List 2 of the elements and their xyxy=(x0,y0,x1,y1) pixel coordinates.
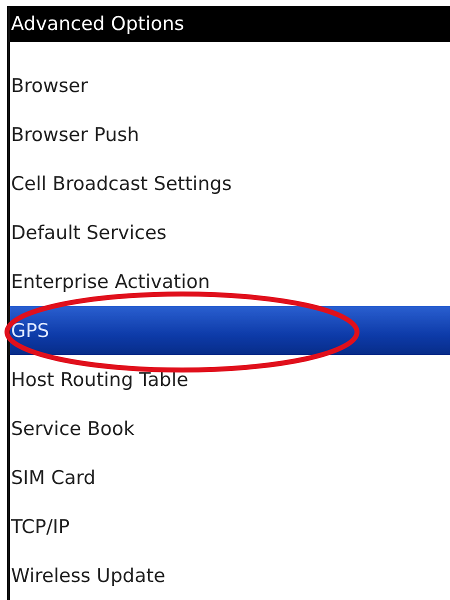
screen-title: Advanced Options xyxy=(10,6,450,42)
menu-item[interactable]: GPS xyxy=(10,306,450,355)
